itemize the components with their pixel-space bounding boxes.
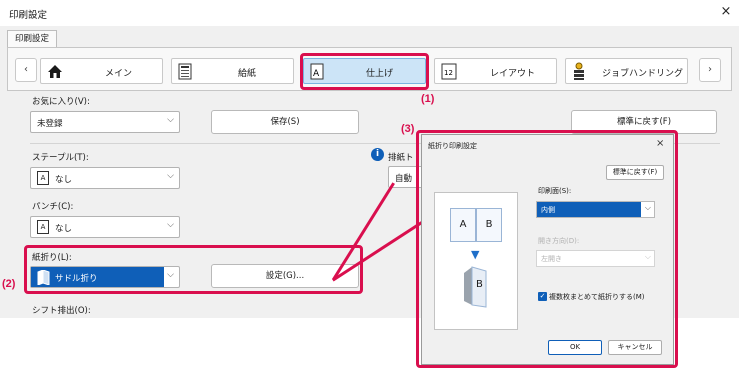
ok-button[interactable]: OK bbox=[548, 340, 602, 355]
printer-tray-icon bbox=[178, 63, 192, 80]
next-arrow-button[interactable]: › bbox=[699, 58, 721, 82]
fold-preview: A B ▼ B bbox=[434, 192, 518, 330]
tab-print-settings[interactable]: 印刷設定 bbox=[7, 30, 57, 48]
tab-job-handling-label: ジョブハンドリング bbox=[602, 69, 684, 79]
preview-page-a: A bbox=[450, 208, 476, 242]
tab-main[interactable]: メイン bbox=[40, 58, 163, 84]
chevron-down-icon: ⌵ bbox=[167, 220, 174, 230]
highlight-fold-row bbox=[24, 245, 363, 294]
callout-2: (2) bbox=[2, 278, 16, 290]
shift-output-label: シフト排出(O): bbox=[32, 306, 91, 316]
favorites-dropdown[interactable]: 未登録 ⌵ bbox=[30, 111, 180, 133]
highlight-finishing-tab bbox=[300, 53, 429, 90]
chevron-down-icon: ⌵ bbox=[644, 203, 651, 212]
layout-icon: 12 bbox=[441, 63, 457, 80]
cancel-button[interactable]: キャンセル bbox=[608, 340, 662, 355]
output-tray-label: 排紙ト bbox=[388, 153, 414, 163]
favorites-label: お気に入り(V): bbox=[32, 97, 90, 107]
svg-text:12: 12 bbox=[444, 69, 453, 77]
tab-layout[interactable]: 12 レイアウト bbox=[434, 58, 557, 84]
tab-paper-source-label: 給紙 bbox=[238, 69, 257, 79]
close-icon[interactable]: × bbox=[716, 3, 736, 21]
combine-fold-checkbox[interactable]: ✓ bbox=[538, 292, 547, 301]
preview-page-b: B bbox=[476, 208, 502, 242]
open-direction-dropdown[interactable]: 左開き ⌵ bbox=[536, 250, 655, 267]
tab-layout-label: レイアウト bbox=[490, 69, 536, 79]
favorites-value: 未登録 bbox=[37, 119, 63, 129]
callout-3: (3) bbox=[401, 123, 415, 135]
punch-label: パンチ(C): bbox=[32, 202, 74, 212]
chevron-down-icon: ⌵ bbox=[167, 171, 174, 181]
output-tray-value: 自動 bbox=[395, 174, 413, 184]
document-icon: A bbox=[37, 220, 49, 234]
title-bar: 印刷設定 × bbox=[0, 0, 739, 26]
chevron-down-icon: ⌵ bbox=[167, 115, 174, 125]
save-button[interactable]: 保存(S) bbox=[211, 110, 359, 134]
prev-arrow-button[interactable]: ‹ bbox=[15, 58, 37, 82]
callout-1: (1) bbox=[421, 93, 435, 105]
print-side-value: 内側 bbox=[541, 206, 555, 214]
dialog-title: 紙折り印刷設定 bbox=[428, 142, 477, 150]
print-side-label: 印刷面(S): bbox=[538, 187, 572, 195]
dialog-reset-button[interactable]: 標準に戻す(F) bbox=[606, 165, 664, 180]
punch-dropdown[interactable]: A なし ⌵ bbox=[30, 216, 180, 238]
close-icon[interactable]: × bbox=[656, 138, 664, 149]
open-direction-label: 開き方向(D): bbox=[538, 237, 580, 245]
chevron-down-icon: ⌵ bbox=[644, 252, 651, 261]
home-icon bbox=[48, 65, 62, 78]
open-direction-value: 左開き bbox=[541, 255, 562, 263]
arrow-down-icon: ▼ bbox=[471, 248, 480, 261]
window-title: 印刷設定 bbox=[9, 10, 48, 21]
combine-fold-label: 複数枚まとめて紙折りする(M) bbox=[549, 293, 645, 301]
document-icon: A bbox=[37, 171, 49, 185]
staple-label: ステープル(T): bbox=[32, 153, 89, 163]
folded-page-b: B bbox=[476, 279, 483, 290]
staple-value: なし bbox=[55, 175, 73, 185]
tab-paper-source[interactable]: 給紙 bbox=[171, 58, 294, 84]
fold-settings-dialog: 紙折り印刷設定 × 標準に戻す(F) A B ▼ B 印刷面(S): 内側 ⌵ … bbox=[421, 134, 674, 365]
tab-main-label: メイン bbox=[105, 69, 133, 79]
info-icon: i bbox=[371, 148, 384, 161]
staple-dropdown[interactable]: A なし ⌵ bbox=[30, 167, 180, 189]
job-handling-icon bbox=[574, 62, 584, 80]
tab-job-handling[interactable]: ジョブハンドリング bbox=[565, 58, 688, 84]
print-side-dropdown[interactable]: 内側 ⌵ bbox=[536, 201, 655, 218]
punch-value: なし bbox=[55, 224, 73, 234]
